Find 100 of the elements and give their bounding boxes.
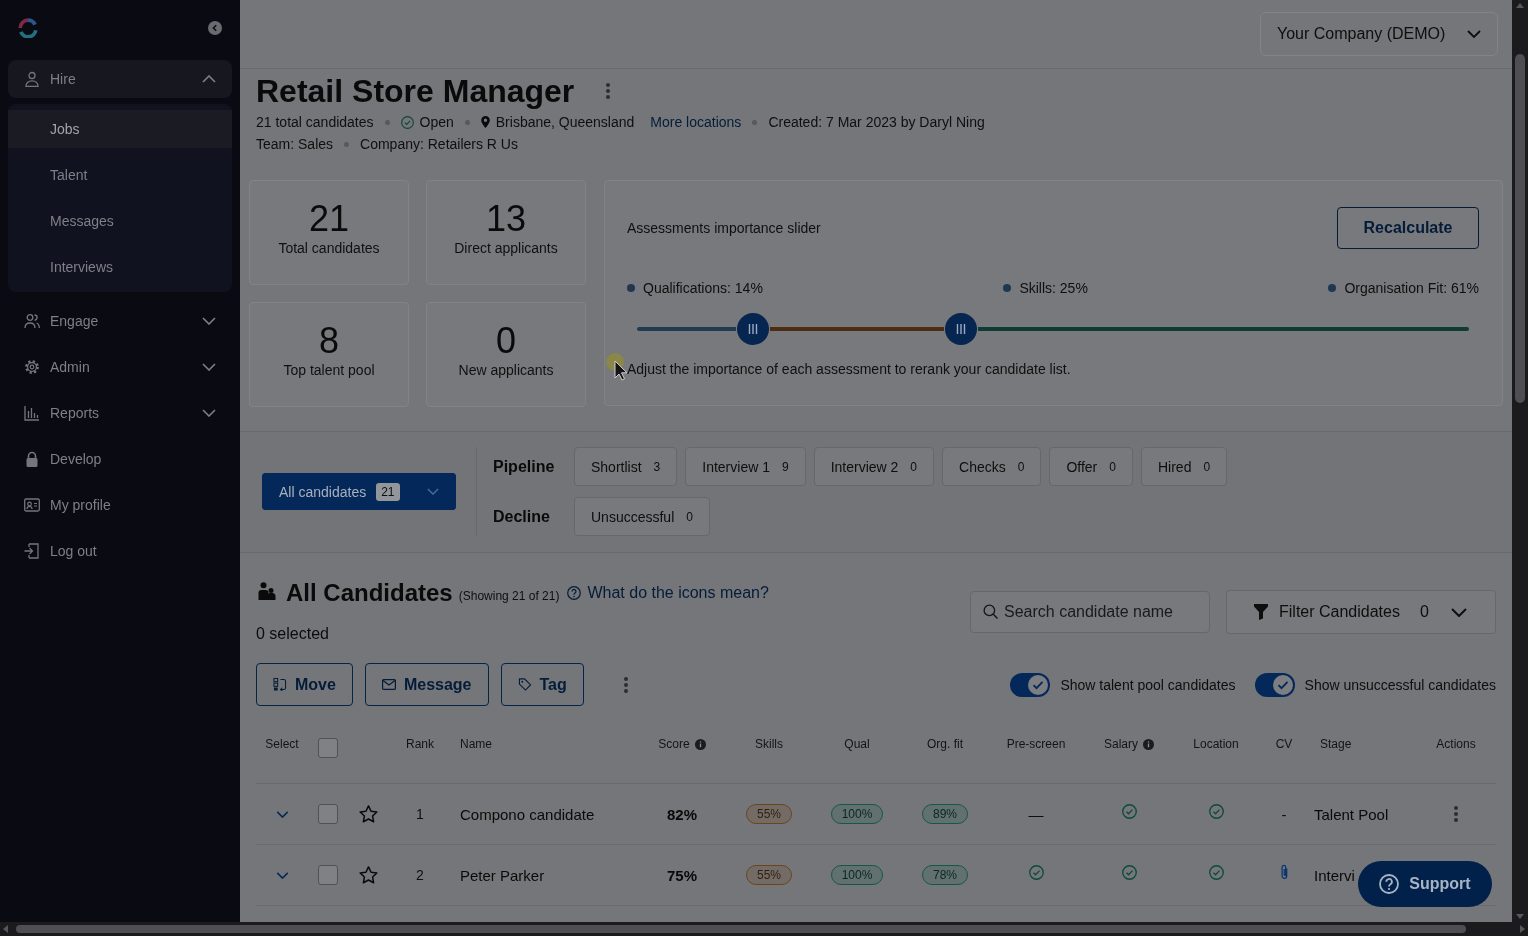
chevron-circle-icon[interactable] [208,21,222,35]
stage-chip[interactable]: Shortlist 3 [574,447,678,486]
action-button[interactable]: Message [364,663,489,706]
stage-chip[interactable]: Hired 0 [1141,447,1228,486]
select-all-checkbox[interactable] [318,738,338,758]
search-field[interactable]: Search candidate name [970,591,1210,633]
job-meta-text: Created: 7 Mar 2023 by Daryl Ning [768,114,985,130]
tag-icon [517,678,532,691]
stat-value: 8 [319,321,339,360]
score-pill: 100% [830,804,884,824]
filter-button[interactable]: Filter Candidates 0 [1226,590,1496,634]
column-header: Pre-screen [1006,736,1066,753]
candidates-dropdown-button[interactable]: All candidates 21 [262,473,456,510]
score-pill: 55% [746,865,792,885]
star-icon[interactable] [358,866,378,884]
stage-count: 0 [1203,459,1211,474]
search-icon [983,604,998,619]
chevron-down-icon[interactable] [275,810,289,818]
nav-item[interactable]: Log out [8,532,232,570]
support-button[interactable]: Support [1358,861,1492,907]
toggle-switch[interactable] [1010,673,1051,697]
envelope-icon [381,678,396,691]
funnel-icon [1254,604,1268,620]
action-button[interactable]: Tag [500,663,584,706]
submenu-item[interactable]: Messages [8,202,232,240]
slider-help-text: Adjust the importance of each assessment to rerank your candidate list. [627,360,1072,379]
score-pill: 78% [922,865,968,885]
job-location: Brisbane, Queensland [495,114,635,130]
stage-chip[interactable]: Interview 1 9 [685,447,806,486]
column-header: Actions [1436,736,1476,753]
paperclip-icon[interactable] [1279,864,1289,880]
slider-track[interactable] [637,327,1469,331]
move-icon [273,678,287,691]
recalculate-button[interactable]: Recalculate [1337,207,1479,249]
scroll-up-arrow-icon[interactable] [1516,3,1524,8]
weight-label: Qualifications: 14% [643,280,763,296]
stage-count: 0 [1017,459,1025,474]
stage-chip[interactable]: Interview 2 0 [813,447,935,486]
check-circle-icon [1121,803,1137,819]
chevron-down-icon[interactable] [275,871,289,879]
stage-chip[interactable]: Checks 0 [942,447,1042,486]
stat-value: 0 [496,321,516,360]
showing-count: (Showing 21 of 21) [458,588,560,603]
vertical-scrollbar[interactable] [1512,0,1528,922]
stat-value: 21 [308,199,349,238]
company-select[interactable]: Your Company (DEMO) [1260,12,1498,56]
logout-icon [24,543,40,559]
stat-label: Direct applicants [454,238,558,258]
knob-check-icon [1272,675,1293,695]
ring-logo-icon [18,18,38,38]
scrollbar-thumb[interactable] [16,925,1466,933]
check-circle-icon [1208,803,1224,819]
nav-item[interactable]: Reports [8,394,232,432]
job-title: Retail Store Manager [256,72,575,111]
bullet-icon [627,284,635,292]
column-header: Stage [1320,736,1352,753]
toggle-switch[interactable] [1254,673,1295,697]
stage-chip[interactable]: Offer 0 [1049,447,1133,486]
horizontal-scrollbar[interactable] [0,922,1528,936]
scroll-left-arrow-icon[interactable] [3,925,8,933]
chevron-down-icon [1467,30,1481,38]
section-title: All Candidates [286,579,453,607]
more-locations-link[interactable]: More locations [650,114,742,130]
bar-chart-icon [24,405,40,421]
nav-item[interactable]: Develop [8,440,232,478]
slider-handle[interactable] [945,313,978,345]
bullet-icon [752,119,758,125]
nav-item[interactable]: Admin [8,348,232,386]
stage-chip[interactable]: Unsuccessful 0 [574,497,710,536]
map-pin-icon [480,116,490,128]
row-checkbox[interactable] [318,804,338,824]
nav-item[interactable]: Hire [8,60,232,98]
bullet-icon [1003,284,1012,292]
job-meta-text: Company: Retailers R Us [360,136,518,152]
toggle-label: Show talent pool candidates [1060,677,1236,693]
rank-cell: 2 [416,867,424,883]
table-cell: - [1281,805,1287,823]
person-icon [24,71,40,87]
star-icon[interactable] [358,805,378,823]
stage-count: 3 [653,459,661,474]
scroll-down-arrow-icon[interactable] [1516,914,1524,919]
scroll-right-arrow-icon[interactable] [1520,925,1525,933]
scrollbar-thumb[interactable] [1515,54,1525,403]
stat-label: Top talent pool [283,360,375,380]
weight-label: Organisation Fit: 61% [1344,280,1479,296]
submenu-item[interactable]: Interviews [8,248,232,286]
stat-label: Total candidates [278,238,380,258]
slider-handle[interactable] [737,313,770,345]
nav-item[interactable]: Engage [8,302,232,340]
submenu-item[interactable]: Talent [8,156,232,194]
submenu-item[interactable]: Jobs [8,110,232,148]
nav-item[interactable]: My profile [8,486,232,524]
stage-cell: Intervi [1314,866,1355,884]
mouse-pointer-icon [606,353,628,381]
help-link[interactable]: What do the icons mean? [567,584,769,602]
people-icon [258,582,276,600]
row-checkbox[interactable] [318,865,338,885]
table-cell: — [1028,805,1044,823]
filter-count: 0 [1419,603,1429,621]
action-button[interactable]: Move [256,663,353,706]
